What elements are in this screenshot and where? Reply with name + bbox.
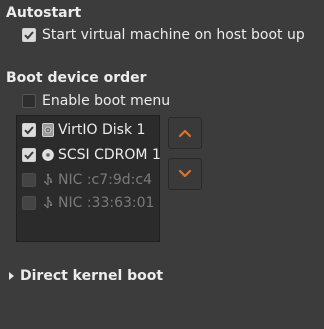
autostart-section-title: Autostart [6,5,82,21]
autostart-checkbox[interactable] [22,28,36,42]
checkmark-icon [24,151,34,160]
chevron-down-icon [178,169,192,178]
move-down-button[interactable] [168,158,202,190]
boot-menu-checkbox-label: Enable boot menu [42,93,171,109]
boot-menu-checkbox-row[interactable]: Enable boot menu [22,91,170,111]
boot-device-label: NIC :c7:9d:c4 [58,172,152,188]
boot-device-checkbox[interactable] [22,173,36,187]
direct-kernel-boot-expander[interactable]: Direct kernel boot [8,266,163,286]
cdrom-icon [42,148,54,162]
boot-device-item[interactable]: SCSI CDROM 1 [22,145,161,165]
boot-menu-checkbox[interactable] [22,94,36,108]
boot-order-section-title: Boot device order [6,70,147,86]
move-up-button[interactable] [168,117,202,149]
checkmark-icon [24,126,34,135]
direct-kernel-boot-title: Direct kernel boot [20,268,164,284]
boot-device-item[interactable]: NIC :c7:9d:c4 [22,170,152,190]
disk-icon [42,123,54,137]
boot-device-item[interactable]: VirtIO Disk 1 [22,120,145,140]
boot-device-item[interactable]: NIC :33:63:01 [22,193,154,213]
network-icon [42,173,54,187]
network-icon [42,196,54,210]
checkmark-icon [24,31,34,40]
autostart-checkbox-label: Start virtual machine on host boot up [42,27,305,43]
autostart-checkbox-row[interactable]: Start virtual machine on host boot up [22,25,305,45]
boot-device-label: NIC :33:63:01 [58,195,155,211]
chevron-up-icon [178,129,192,138]
boot-device-checkbox[interactable] [22,123,36,137]
boot-device-checkbox[interactable] [22,148,36,162]
boot-device-list[interactable]: VirtIO Disk 1 SCSI CDROM 1 NIC:c7:9d:c4… [16,115,161,242]
boot-device-label: VirtIO Disk 1 [58,122,146,138]
boot-device-label: SCSI CDROM 1 [58,147,161,163]
expander-arrow-icon [9,272,14,280]
boot-device-checkbox[interactable] [22,196,36,210]
